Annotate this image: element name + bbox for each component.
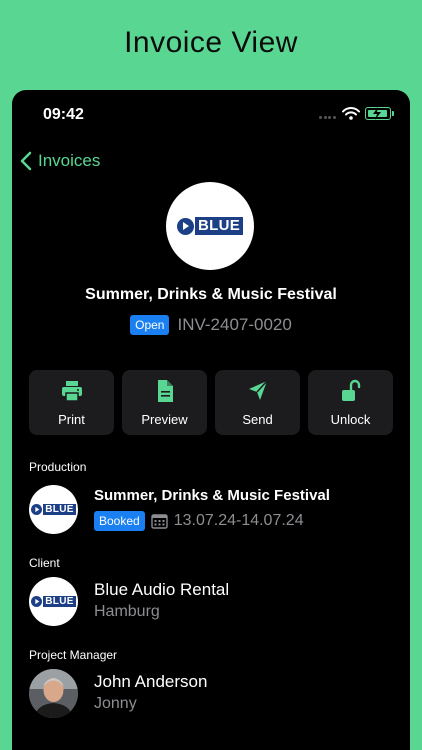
booked-badge: Booked: [94, 511, 145, 531]
chevron-left-icon: [20, 151, 32, 171]
play-icon: [31, 504, 43, 515]
send-button[interactable]: Send: [215, 370, 300, 435]
production-meta: Booked 13.07.24-14.07.24: [94, 511, 304, 531]
logo-text: BLUE: [43, 596, 76, 607]
project-manager-row[interactable]: John Anderson Jonny: [29, 669, 393, 723]
status-time: 09:42: [43, 106, 84, 123]
avatar: [29, 669, 78, 718]
phone-screen: 09:42 Invoices BLUE Summer, Drinks & Mus…: [12, 90, 410, 750]
preview-label: Preview: [141, 412, 188, 427]
production-section-label: Production: [29, 460, 87, 474]
logo-text: BLUE: [194, 217, 244, 235]
status-bar: 09:42: [12, 90, 410, 140]
unlock-button[interactable]: Unlock: [308, 370, 393, 435]
battery-icon: [365, 107, 394, 120]
invoice-id-row: Open INV-2407-0020: [12, 315, 410, 335]
production-date-range: 13.07.24-14.07.24: [173, 512, 304, 529]
printer-icon: [61, 381, 82, 402]
project-manager-nickname: Jonny: [94, 695, 137, 712]
client-section-label: Client: [29, 556, 60, 570]
blue-logo: BLUE: [176, 217, 244, 235]
client-city: Hamburg: [94, 603, 160, 620]
unlock-label: Unlock: [330, 412, 371, 427]
document-icon: [157, 380, 173, 402]
person-photo: [29, 669, 78, 718]
calendar-icon: [151, 514, 168, 529]
client-name: Blue Audio Rental: [94, 580, 230, 599]
play-icon: [176, 217, 194, 235]
project-manager-section-label: Project Manager: [29, 648, 118, 662]
preview-button[interactable]: Preview: [122, 370, 207, 435]
print-button[interactable]: Print: [29, 370, 114, 435]
status-badge: Open: [130, 315, 170, 335]
production-logo: BLUE: [29, 485, 78, 534]
headline: Invoice View: [124, 26, 298, 59]
send-icon: [248, 380, 268, 400]
play-icon: [31, 596, 43, 607]
unlock-icon: [341, 379, 360, 401]
invoice-title: Summer, Drinks & Music Festival: [85, 286, 337, 303]
client-logo: BLUE: [29, 577, 78, 626]
production-title: Summer, Drinks & Music Festival: [94, 487, 330, 504]
back-label: Invoices: [38, 151, 101, 170]
back-button[interactable]: Invoices: [20, 148, 100, 174]
signal-dots-icon: [319, 116, 337, 120]
send-label: Send: [242, 412, 273, 427]
customer-logo: BLUE: [166, 182, 254, 270]
production-row[interactable]: BLUE Summer, Drinks & Music Festival Boo…: [29, 485, 393, 539]
print-label: Print: [58, 412, 85, 427]
client-row[interactable]: BLUE Blue Audio Rental Hamburg: [29, 577, 393, 631]
action-bar: Print Preview Send Unlock: [29, 370, 393, 435]
logo-text: BLUE: [43, 504, 76, 515]
wifi-icon: [342, 107, 360, 125]
invoice-number: INV-2407-0020: [177, 315, 292, 334]
project-manager-name: John Anderson: [94, 672, 208, 691]
